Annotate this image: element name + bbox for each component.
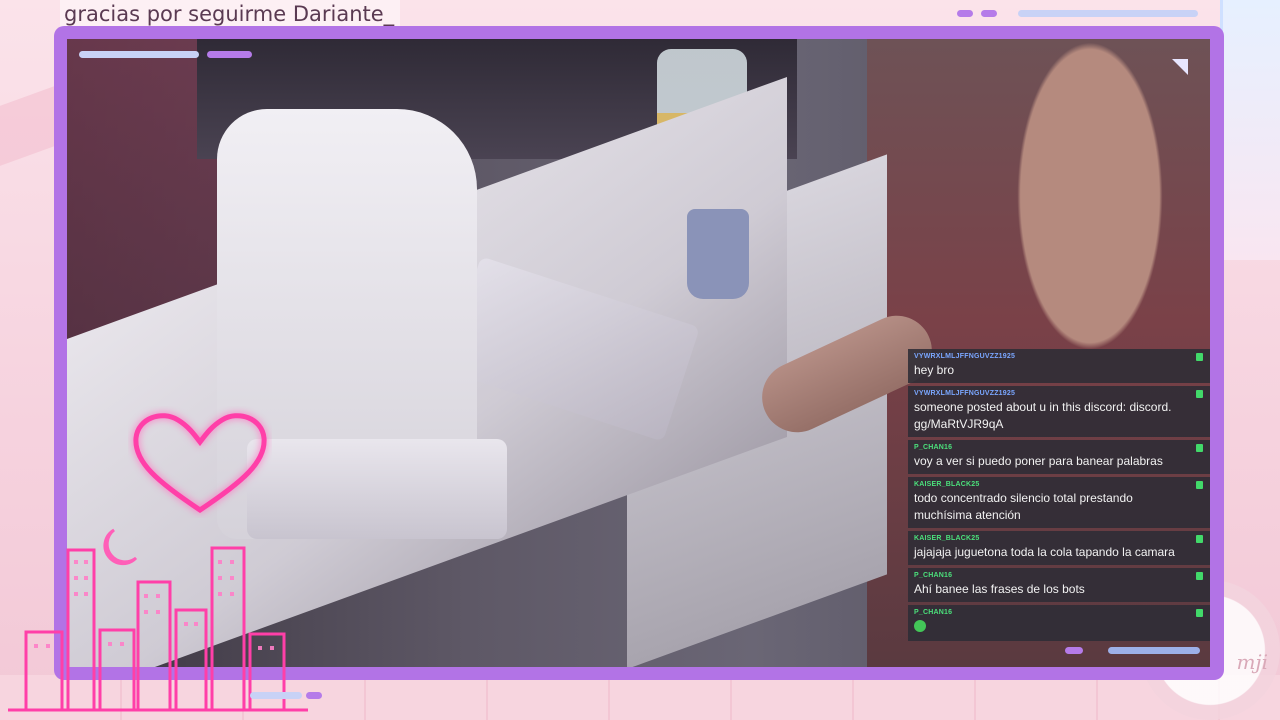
chat-text: todo concentrado silencio total prestand… bbox=[914, 491, 1133, 522]
frame-accent-bar bbox=[79, 51, 199, 58]
chat-badge-icon bbox=[1196, 609, 1203, 617]
bottom-pill-1 bbox=[250, 692, 302, 699]
chat-badge-icon bbox=[1196, 353, 1203, 361]
chat-message: VYWRXLMLJFFNGUVZZ1925 someone posted abo… bbox=[908, 386, 1210, 437]
neon-heart-icon bbox=[133, 413, 267, 514]
chat-username: P_CHAN16 bbox=[914, 609, 953, 616]
chat-text: Ahí banee las frases de los bots bbox=[914, 582, 1085, 596]
chat-text: voy a ver si puedo poner para banear pal… bbox=[914, 454, 1163, 468]
chat-badge-icon bbox=[1196, 444, 1203, 452]
bottom-pill-2 bbox=[306, 692, 322, 699]
chat-username: KAISER_BLACK25 bbox=[914, 535, 980, 542]
top-pill-3 bbox=[1018, 10, 1198, 17]
chat-message: KAISER_BLACK25 jajajaja juguetona toda l… bbox=[908, 531, 1210, 565]
top-pill-1 bbox=[957, 10, 973, 17]
chat-badge-icon bbox=[1196, 572, 1203, 580]
frame-accent-bar-2 bbox=[207, 51, 252, 58]
chat-badge-icon bbox=[1196, 481, 1203, 489]
chat-message: P_CHAN16 voy a ver si puedo poner para b… bbox=[908, 440, 1210, 474]
chat-text: hey bro bbox=[914, 363, 955, 377]
chat-overlay: VYWRXLMLJFFNGUVZZ1925 hey bro VYWRXLMLJF… bbox=[908, 349, 1210, 662]
chat-badge-icon bbox=[1196, 535, 1203, 543]
whatsapp-emote-icon bbox=[914, 620, 926, 632]
moon-icon bbox=[103, 528, 138, 566]
follower-alert-text: gracias por seguirme Dariante_ bbox=[64, 2, 395, 26]
chat-badge-icon bbox=[1196, 390, 1203, 398]
background-window bbox=[1220, 0, 1280, 260]
chat-username: KAISER_BLACK25 bbox=[914, 481, 980, 488]
chat-text: someone posted about u in this discord: … bbox=[914, 400, 1172, 431]
top-pill-2 bbox=[981, 10, 997, 17]
chat-message: P_CHAN16 Ahí banee las frases de los bot… bbox=[908, 568, 1210, 602]
chat-message: KAISER_BLACK25 todo concentrado silencio… bbox=[908, 477, 1210, 528]
chat-message: P_CHAN16 bbox=[908, 605, 1210, 641]
chat-username: P_CHAN16 bbox=[914, 572, 953, 579]
chat-username: P_CHAN16 bbox=[914, 444, 953, 451]
chat-text: jajajaja juguetona toda la cola tapando … bbox=[914, 545, 1175, 559]
chat-username: VYWRXLMLJFFNGUVZZ1925 bbox=[914, 353, 1016, 360]
neon-city-skyline-icon bbox=[8, 528, 308, 712]
scene-cup bbox=[687, 209, 749, 299]
follower-alert-banner: gracias por seguirme Dariante_ bbox=[60, 0, 400, 28]
frame-corner-triangle bbox=[1172, 59, 1188, 75]
chat-message: VYWRXLMLJFFNGUVZZ1925 hey bro bbox=[908, 349, 1210, 383]
chat-accent-bar bbox=[1108, 647, 1200, 654]
lace-signature: mji bbox=[1236, 650, 1268, 674]
chat-username: VYWRXLMLJFFNGUVZZ1925 bbox=[914, 390, 1016, 397]
chat-accent-pill bbox=[1065, 647, 1083, 654]
